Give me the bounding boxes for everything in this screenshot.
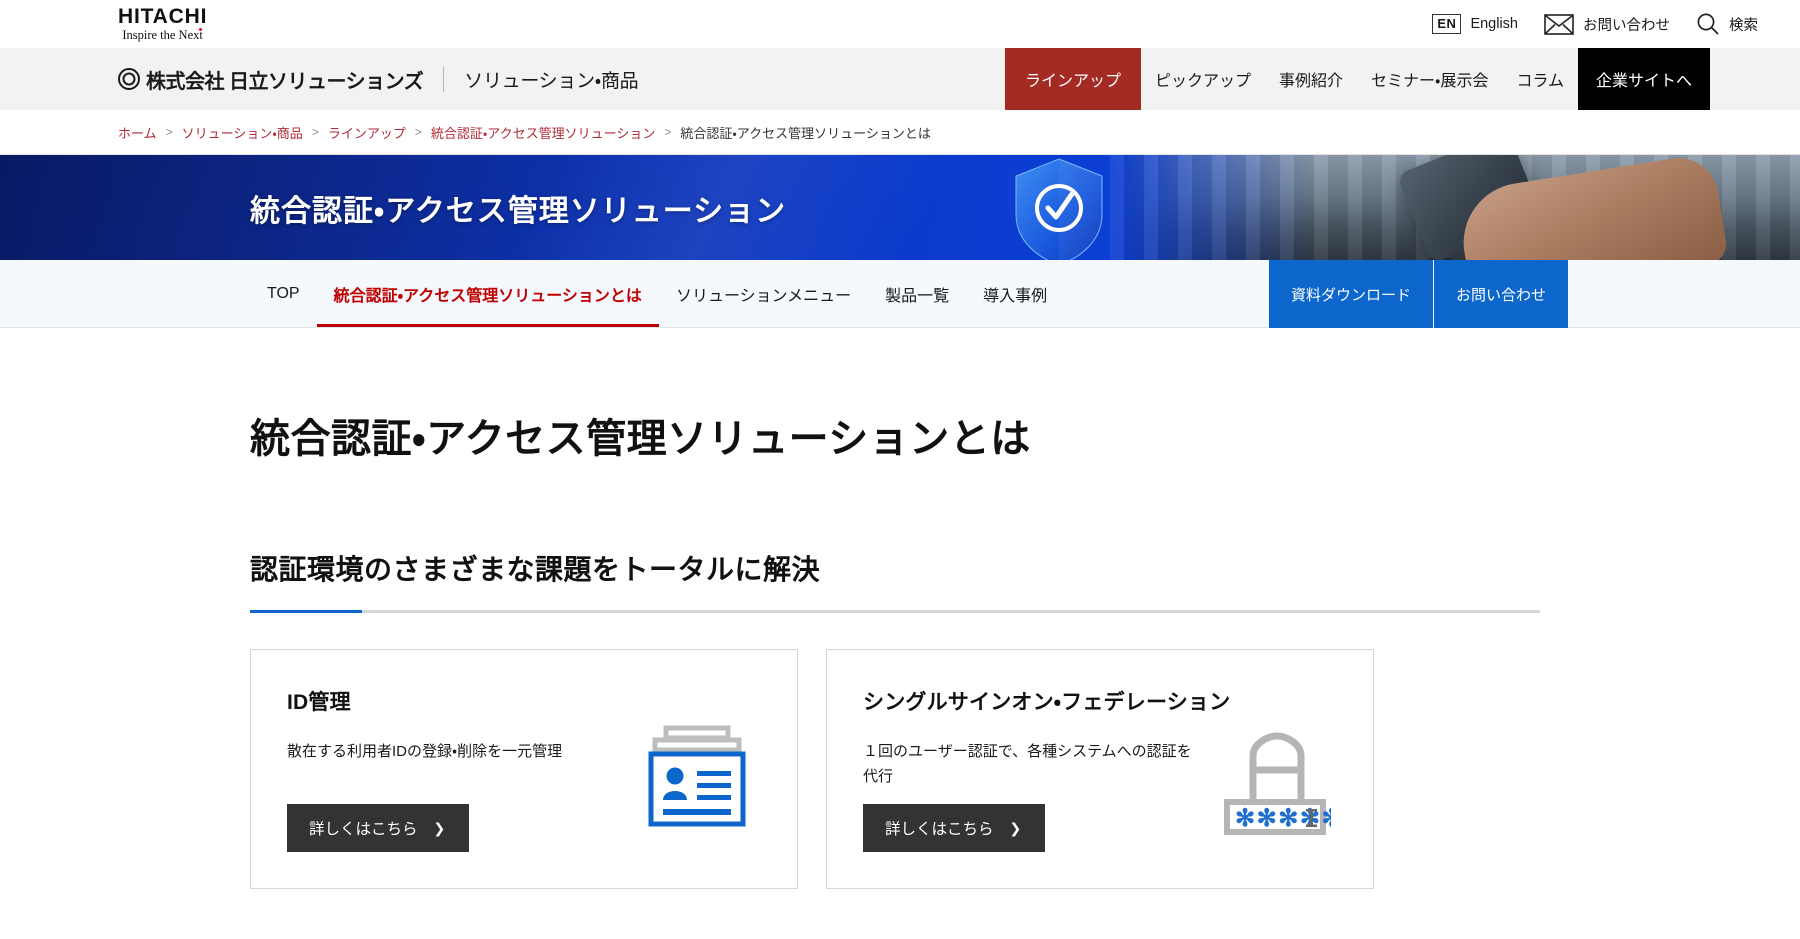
brand-divider <box>443 66 445 92</box>
tab-about-solution[interactable]: 統合認証・アクセス管理ソリューションとは <box>316 260 660 327</box>
local-nav: TOP 統合認証・アクセス管理ソリューションとは ソリューションメニュー 製品一… <box>0 260 1800 328</box>
language-switch[interactable]: EN English <box>1432 14 1518 34</box>
breadcrumb-item-solution[interactable]: 統合認証・アクセス管理ソリューション <box>431 123 656 142</box>
gnav-item-seminars[interactable]: セミナー・展示会 <box>1357 48 1502 110</box>
search-icon <box>1696 12 1720 36</box>
breadcrumb-item-solutions[interactable]: ソリューション・商品 <box>182 123 303 142</box>
card-id-management[interactable]: ID管理 散在する利用者IDの登録・削除を一元管理 詳しくはこちら ❯ <box>250 649 798 889</box>
id-card-icon <box>648 725 746 827</box>
breadcrumb-separator: > <box>311 125 319 139</box>
page-title: 統合認証・アクセス管理ソリューションとは <box>250 417 1031 461</box>
hero-title: 統合認証・アクセス管理ソリューション <box>250 194 787 228</box>
chevron-right-icon: ❯ <box>1009 820 1022 836</box>
padlock-password-icon: ✻✻✻✻✻ <box>1213 724 1342 836</box>
hitachi-solutions-mark-icon <box>118 68 140 90</box>
language-badge-icon: EN <box>1432 14 1462 34</box>
breadcrumb-separator: > <box>165 125 173 139</box>
card-detail-button[interactable]: 詳しくはこちら ❯ <box>287 804 470 852</box>
breadcrumb: ホーム > ソリューション・商品 > ラインアップ > 統合認証・アクセス管理ソ… <box>0 110 1800 155</box>
tab-product-list[interactable]: 製品一覧 <box>868 260 966 327</box>
card-description: １回のユーザー認証で、各種システムへの認証を代行 <box>863 743 1192 785</box>
section-title: 認証環境のさまざまな課題をトータルに解決 <box>250 554 821 585</box>
search-link[interactable]: 検索 <box>1696 12 1758 36</box>
utility-bar: HITACHI Inspire the Next EN English お問い合… <box>0 0 1800 48</box>
gnav-item-column[interactable]: コラム <box>1502 48 1578 110</box>
breadcrumb-item-lineup[interactable]: ラインアップ <box>328 123 406 142</box>
main-content: 統合認証・アクセス管理ソリューションとは 認証環境のさまざまな課題をトータルに解… <box>0 406 1800 889</box>
card-detail-button-label: 詳しくはこちら <box>885 821 994 838</box>
brand-company-name: 株式会社 日立ソリューションズ <box>146 70 424 93</box>
hero-banner: 統合認証・アクセス管理ソリューション <box>0 155 1800 260</box>
brand-section-name: ソリューション・商品 <box>464 70 639 92</box>
card-title: シングルサインオン・フェデレーション <box>863 691 1231 714</box>
breadcrumb-separator: > <box>664 125 672 139</box>
gnav-item-pickup[interactable]: ピックアップ <box>1141 48 1265 110</box>
contact-label: お問い合わせ <box>1583 17 1670 34</box>
download-materials-button[interactable]: 資料ダウンロード <box>1268 260 1433 328</box>
tab-top[interactable]: TOP <box>250 260 317 327</box>
search-label: 検索 <box>1729 17 1758 34</box>
card-detail-button-label: 詳しくはこちら <box>309 821 418 838</box>
card-detail-button[interactable]: 詳しくはこちら ❯ <box>863 804 1046 852</box>
contact-button[interactable]: お問い合わせ <box>1432 260 1568 328</box>
section-divider <box>250 610 1540 613</box>
tab-solution-menu[interactable]: ソリューションメニュー <box>659 260 868 327</box>
solution-card-row: ID管理 散在する利用者IDの登録・削除を一元管理 詳しくはこちら ❯ シングル… <box>250 649 1800 889</box>
card-single-sign-on[interactable]: シングルサインオン・フェデレーション １回のユーザー認証で、各種システムへの認証… <box>826 649 1374 889</box>
breadcrumb-item-current: 統合認証・アクセス管理ソリューションとは <box>680 125 931 141</box>
contact-link[interactable]: お問い合わせ <box>1544 13 1670 35</box>
gnav-item-case-studies[interactable]: 事例紹介 <box>1265 48 1357 110</box>
brand-block[interactable]: 株式会社 日立ソリューションズ ソリューション・商品 <box>118 65 639 94</box>
breadcrumb-separator: > <box>414 125 422 139</box>
tab-case-studies[interactable]: 導入事例 <box>966 260 1064 327</box>
card-title: ID管理 <box>287 691 351 714</box>
card-description: 散在する利用者IDの登録・削除を一元管理 <box>287 743 563 760</box>
global-nav: 株式会社 日立ソリューションズ ソリューション・商品 ラインアップ ピックアップ… <box>0 48 1800 110</box>
gnav-item-lineup[interactable]: ラインアップ <box>1004 48 1141 110</box>
mail-icon <box>1544 13 1574 35</box>
hitachi-logo[interactable]: HITACHI Inspire the Next <box>118 6 207 42</box>
local-nav-tabs: TOP 統合認証・アクセス管理ソリューションとは ソリューションメニュー 製品一… <box>250 260 1064 327</box>
utility-links: EN English お問い合わせ 検索 <box>1432 0 1758 48</box>
global-nav-items: ラインアップ ピックアップ 事例紹介 セミナー・展示会 コラム 企業サイトへ <box>1004 48 1710 110</box>
hitachi-tagline-text: Inspire the Next <box>122 28 203 43</box>
language-label: English <box>1470 16 1518 32</box>
hitachi-tagline: Inspire the Next <box>122 28 203 43</box>
hitachi-wordmark: HITACHI <box>118 5 208 29</box>
shield-check-icon <box>1015 158 1103 260</box>
gnav-item-corporate-site[interactable]: 企業サイトへ <box>1577 48 1710 110</box>
local-nav-cta-group: 資料ダウンロード お問い合わせ <box>1268 260 1568 328</box>
chevron-right-icon: ❯ <box>433 820 446 836</box>
breadcrumb-item-home[interactable]: ホーム <box>118 123 157 142</box>
